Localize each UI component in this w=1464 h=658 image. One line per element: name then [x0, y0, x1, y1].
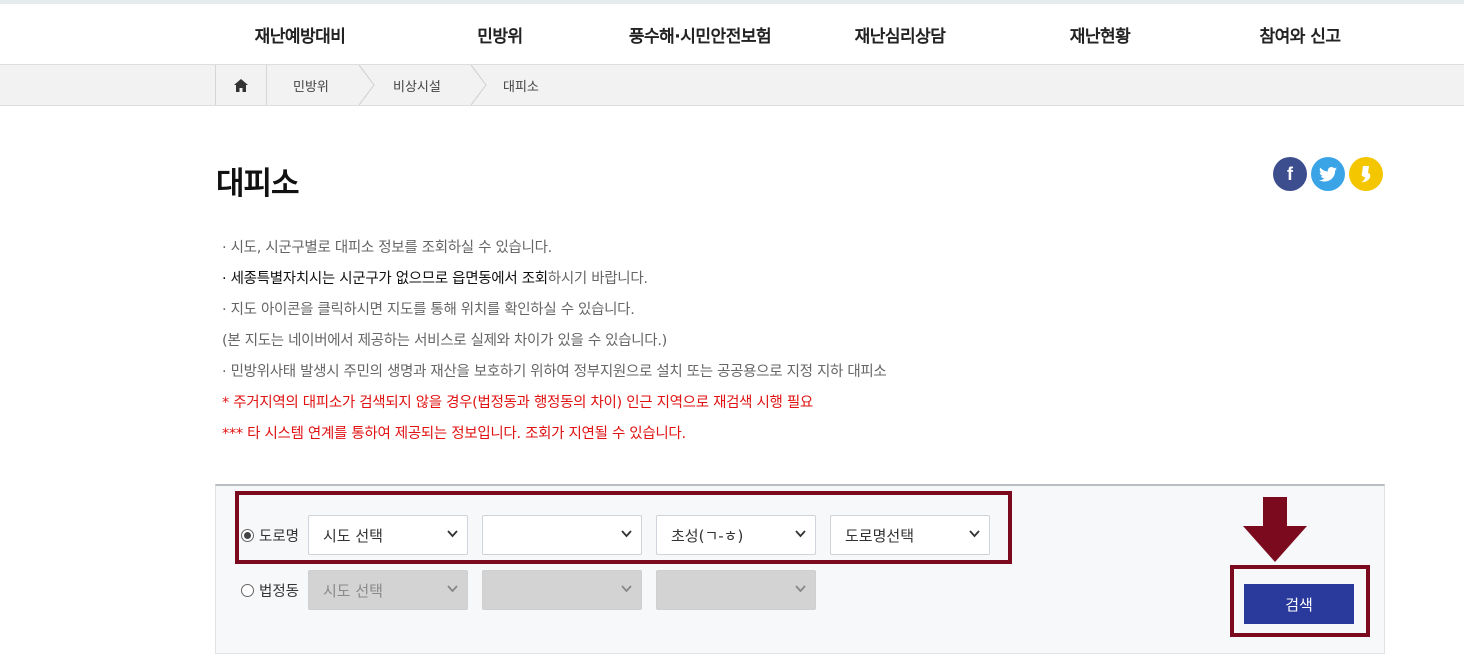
nav-item-civil-defense[interactable]: 민방위: [400, 4, 600, 64]
legal-dong-label: 법정동: [259, 583, 300, 600]
info-line: · 지도 아이콘을 클릭하시면 지도를 통해 위치를 확인하실 수 있습니다.: [222, 302, 635, 318]
main-nav: 재난예방대비 민방위 풍수해·시민안전보험 재난심리상담 재난현황 참여와 신고: [200, 4, 1400, 64]
down-arrow-icon: [1243, 497, 1307, 562]
info-text: · 시도, 시군구별로 대피소 정보를 조회하실 수 있습니다. · 세종특별자…: [222, 237, 1222, 454]
search-button[interactable]: 검색: [1244, 584, 1354, 624]
radio-unchecked-icon: [241, 583, 254, 597]
kakaostory-icon[interactable]: [1349, 157, 1383, 191]
legal-sigungu-select[interactable]: [482, 570, 642, 610]
road-selects-highlight: [235, 491, 1012, 564]
nav-item-participation[interactable]: 참여와 신고: [1200, 4, 1400, 64]
select-value: 시도 선택: [323, 581, 383, 600]
chevron-right-icon: [471, 65, 487, 105]
facebook-glyph: f: [1287, 163, 1293, 184]
legal-dong-search-row: 법정동 시도 선택: [241, 570, 830, 610]
breadcrumb-label: 민방위: [293, 79, 329, 95]
chevron-down-icon: [621, 585, 632, 593]
legal-dong-select[interactable]: [656, 570, 816, 610]
chevron-down-icon: [447, 585, 458, 593]
facebook-icon[interactable]: f: [1273, 157, 1307, 191]
nav-item-disaster-prevention[interactable]: 재난예방대비: [200, 4, 400, 64]
home-icon[interactable]: [215, 65, 267, 105]
breadcrumb-label: 비상시설: [393, 79, 441, 95]
info-suffix: 하시기 바랍니다.: [547, 271, 648, 287]
nav-item-counseling[interactable]: 재난심리상담: [800, 4, 1000, 64]
breadcrumb-item-shelter[interactable]: 대피소: [487, 65, 587, 105]
nav-item-insurance[interactable]: 풍수해·시민안전보험: [600, 4, 800, 64]
twitter-icon[interactable]: [1311, 157, 1345, 191]
chevron-down-icon: [795, 585, 806, 593]
info-line-sejong: · 세종특별자치시는 시군구가 없으므로 읍면동에서 조회하시기 바랍니다.: [222, 268, 1222, 299]
info-line: (본 지도는 네이버에서 제공하는 서비스로 실제와 차이가 있을 수 있습니다…: [222, 333, 668, 349]
info-line: · 시도, 시군구별로 대피소 정보를 조회하실 수 있습니다.: [222, 240, 552, 256]
breadcrumb: 민방위 비상시설 대피소: [215, 65, 587, 105]
breadcrumb-item-emergency-facility[interactable]: 비상시설: [375, 65, 487, 105]
breadcrumb-label: 대피소: [503, 79, 539, 95]
info-emphasis: · 세종특별자치시는 시군구가 없으므로 읍면동에서 조회: [222, 271, 548, 287]
chevron-right-icon: [359, 65, 375, 105]
share-buttons: f: [1273, 157, 1383, 191]
breadcrumb-bar: 민방위 비상시설 대피소: [0, 64, 1464, 106]
info-line: · 민방위사태 발생시 주민의 생명과 재산을 보호하기 위하여 정부지원으로 …: [222, 364, 887, 380]
legal-dong-radio[interactable]: 법정동: [241, 570, 308, 610]
nav-item-status[interactable]: 재난현황: [1000, 4, 1200, 64]
breadcrumb-item-civil-defense[interactable]: 민방위: [267, 65, 375, 105]
page-title: 대피소: [216, 166, 300, 202]
legal-sido-select[interactable]: 시도 선택: [308, 570, 468, 610]
notice-line: * 주거지역의 대피소가 검색되지 않을 경우(법정동과 행정동의 차이) 인근…: [222, 395, 813, 411]
notice-line: *** 타 시스템 연계를 통하여 제공되는 정보입니다. 조회가 지연될 수 …: [222, 426, 686, 442]
